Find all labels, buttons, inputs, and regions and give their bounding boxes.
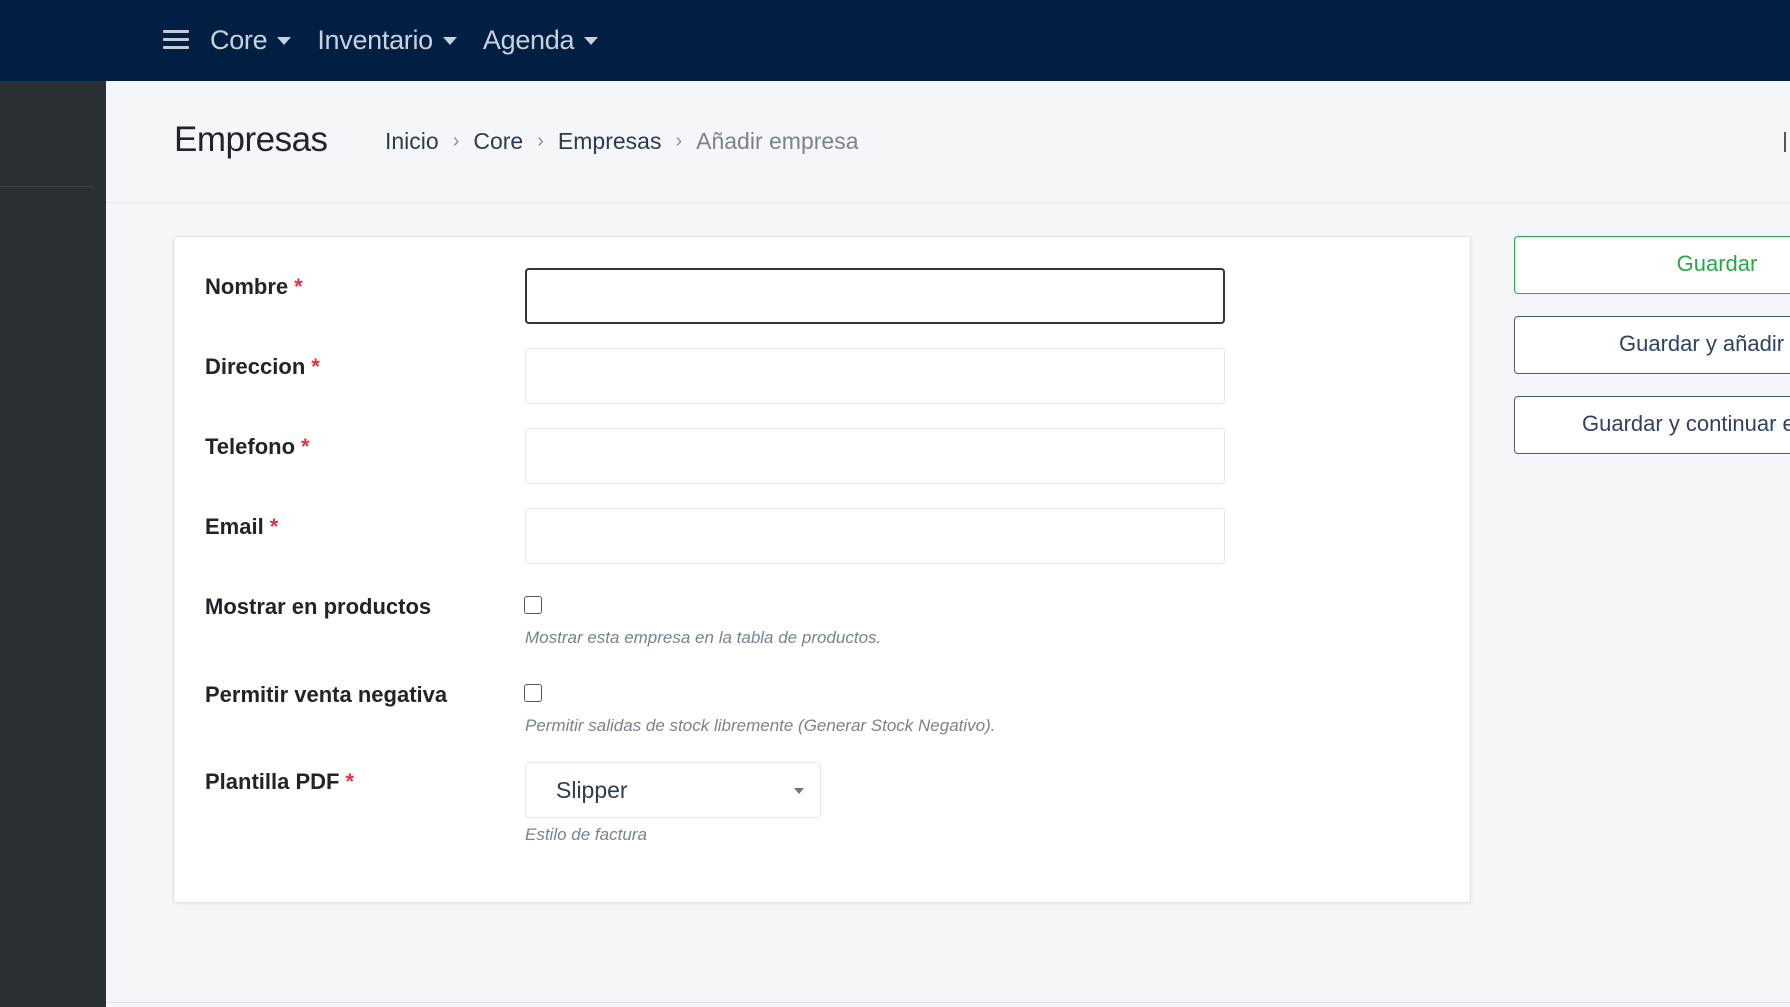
nav-item-inventario[interactable]: Inventario	[317, 25, 457, 56]
venta-negativa-checkbox[interactable]	[524, 684, 542, 702]
breadcrumb-separator: ›	[675, 130, 683, 152]
required-mark: *	[345, 769, 355, 794]
direccion-label: Direccion *	[205, 354, 320, 380]
direccion-input[interactable]	[525, 348, 1225, 404]
save-continue-button[interactable]: Guardar y continuar editando	[1514, 396, 1790, 454]
email-label: Email *	[205, 514, 278, 540]
plantilla-select[interactable]: Slipper	[525, 762, 821, 818]
required-mark: *	[301, 434, 310, 459]
sidebar	[0, 81, 106, 1007]
plantilla-help-text: Estilo de factura	[525, 825, 647, 844]
nav-item-label: Inventario	[317, 25, 433, 55]
nav-item-label: Core	[210, 25, 268, 55]
caret-down-icon	[277, 36, 292, 45]
breadcrumb-separator: ›	[452, 130, 460, 152]
form-card	[173, 236, 1471, 903]
edge-icon	[1784, 132, 1790, 152]
dropdown-arrow-icon	[794, 788, 804, 794]
nav-item-core[interactable]: Core	[210, 25, 292, 56]
top-navbar: Core Inventario Agenda	[0, 0, 1790, 81]
venta-negativa-help-text: Permitir salidas de stock libremente (Ge…	[525, 716, 996, 735]
required-mark: *	[269, 514, 279, 539]
mostrar-checkbox[interactable]	[524, 596, 542, 614]
breadcrumb-empresas[interactable]: Empresas	[558, 128, 662, 155]
nav-item-agenda[interactable]: Agenda	[482, 25, 599, 56]
nav-item-label: Agenda	[482, 25, 575, 55]
save-add-button[interactable]: Guardar y añadir otro	[1514, 316, 1790, 374]
save-button-label: Guardar	[1676, 251, 1758, 276]
venta-negativa-label: Permitir venta negativa	[205, 682, 447, 708]
mostrar-label: Mostrar en productos	[205, 594, 431, 620]
plantilla-select-value: Slipper	[556, 777, 628, 803]
direccion-label-text: Direccion	[205, 354, 306, 379]
telefono-label-text: Telefono	[205, 434, 296, 459]
save-add-button-label: Guardar y añadir otro	[1619, 331, 1790, 356]
nombre-label: Nombre *	[205, 274, 303, 300]
required-mark: *	[294, 274, 303, 299]
footer-divider	[106, 1002, 1790, 1003]
breadcrumb: Inicio › Core › Empresas › Añadir empres…	[385, 128, 858, 155]
header-divider	[106, 202, 1790, 203]
hamburger-icon[interactable]	[163, 30, 189, 50]
caret-down-icon	[442, 36, 457, 45]
caret-down-icon	[584, 36, 599, 45]
mostrar-label-text: Mostrar en productos	[205, 594, 432, 619]
email-label-text: Email	[205, 514, 264, 539]
nombre-input[interactable]	[525, 268, 1225, 324]
nombre-label-text: Nombre	[205, 274, 289, 299]
venta-negativa-label-text: Permitir venta negativa	[205, 682, 448, 707]
telefono-input[interactable]	[525, 428, 1225, 484]
sidebar-divider	[0, 186, 94, 187]
save-button[interactable]: Guardar	[1514, 236, 1790, 294]
telefono-label: Telefono *	[205, 434, 310, 460]
plantilla-label-text: Plantilla PDF	[205, 769, 340, 794]
breadcrumb-separator: ›	[537, 130, 544, 152]
breadcrumb-inicio[interactable]: Inicio	[385, 128, 439, 155]
nav-menu: Core Inventario Agenda	[210, 0, 624, 81]
plantilla-label: Plantilla PDF *	[205, 769, 354, 795]
email-input[interactable]	[525, 508, 1225, 564]
required-mark: *	[311, 354, 320, 379]
save-continue-button-label: Guardar y continuar editando	[1582, 411, 1790, 436]
page-title: Empresas	[174, 120, 328, 159]
breadcrumb-current: Añadir empresa	[696, 128, 859, 154]
mostrar-help-text: Mostrar esta empresa en la tabla de prod…	[525, 628, 882, 647]
breadcrumb-core[interactable]: Core	[473, 128, 523, 155]
